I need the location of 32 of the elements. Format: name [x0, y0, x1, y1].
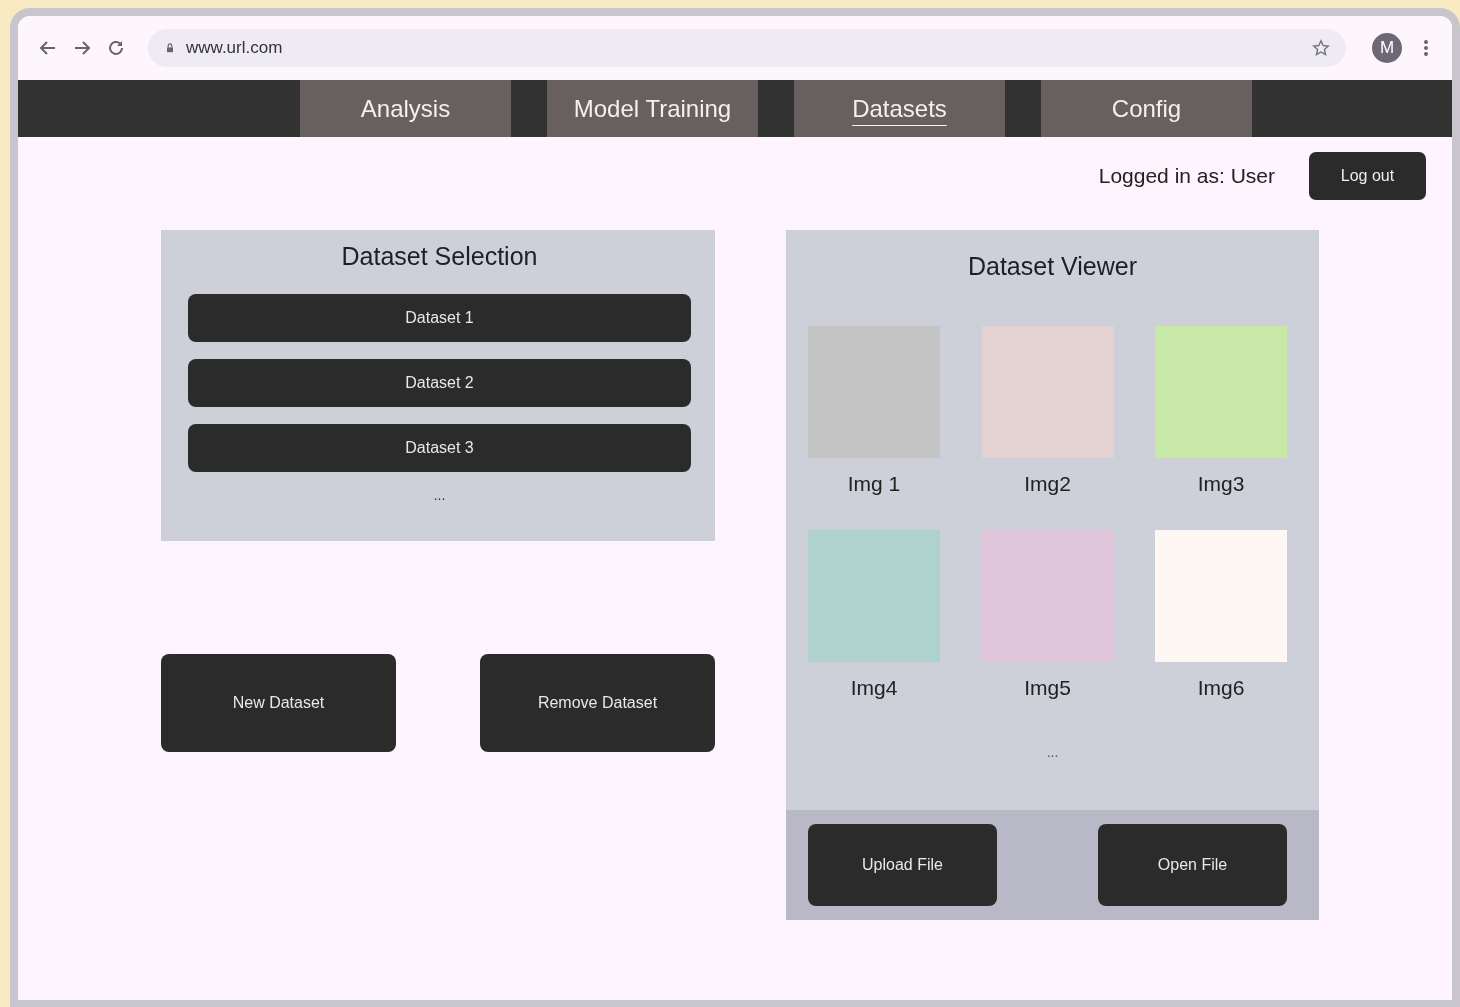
- star-icon[interactable]: [1312, 39, 1330, 57]
- file-button[interactable]: Upload File: [808, 824, 997, 906]
- more-indicator: ...: [433, 487, 446, 503]
- address-bar[interactable]: www.url.com: [148, 29, 1346, 67]
- login-status: Logged in as: User: [1098, 164, 1275, 188]
- dataset-button[interactable]: Dataset 3: [188, 424, 691, 472]
- image-label: Img2: [1024, 472, 1071, 496]
- logout-button[interactable]: Log out: [1309, 152, 1426, 200]
- image-label: Img3: [1197, 472, 1245, 496]
- dataset-button[interactable]: Dataset 1: [188, 294, 691, 342]
- url-text: www.url.com: [186, 38, 283, 58]
- nav-tab[interactable]: Analysis: [300, 80, 511, 137]
- reload-icon[interactable]: [106, 38, 126, 58]
- image-label: Img4: [850, 676, 898, 700]
- nav-tab[interactable]: Datasets: [794, 80, 1005, 137]
- image-label: Img 1: [847, 472, 901, 496]
- action-button[interactable]: New Dataset: [161, 654, 396, 752]
- nav-tab[interactable]: Config: [1041, 80, 1252, 137]
- action-button[interactable]: Remove Dataset: [480, 654, 715, 752]
- nav-tab[interactable]: Model Training: [547, 80, 758, 137]
- image-thumbnail[interactable]: [808, 530, 940, 662]
- panel-title: Dataset Viewer: [966, 252, 1139, 282]
- profile-avatar[interactable]: M: [1372, 33, 1402, 63]
- lock-icon: [164, 42, 176, 54]
- file-button[interactable]: Open File: [1098, 824, 1287, 906]
- panel-title: Dataset Selection: [341, 242, 538, 272]
- image-thumbnail[interactable]: [1155, 530, 1287, 662]
- dataset-button[interactable]: Dataset 2: [188, 359, 691, 407]
- image-label: Img6: [1197, 676, 1245, 700]
- image-thumbnail[interactable]: [1155, 326, 1287, 458]
- image-label: Img5: [1024, 676, 1071, 700]
- more-indicator: ...: [1045, 744, 1060, 760]
